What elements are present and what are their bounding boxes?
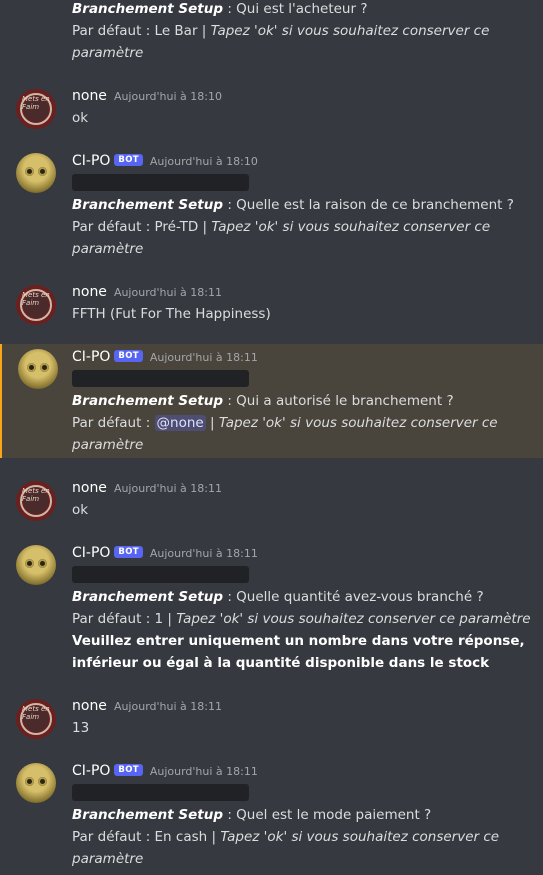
message-text: ok bbox=[72, 110, 89, 126]
message-bot: CI-PO BOT Aujourd'hui à 18:11 Branchement … bbox=[0, 760, 543, 870]
message-bot: CI-PO BOT Aujourd'hui à 18:10 Branchement … bbox=[0, 150, 543, 260]
timestamp: Aujourd'hui à 18:11 bbox=[149, 351, 258, 364]
avatar[interactable]: Mets en Faim bbox=[16, 481, 56, 521]
username[interactable]: none bbox=[72, 480, 107, 496]
timestamp: Aujourd'hui à 18:11 bbox=[113, 286, 222, 299]
message-text: ok bbox=[72, 502, 89, 518]
avatar[interactable] bbox=[16, 545, 56, 585]
bot-badge: BOT bbox=[114, 764, 143, 776]
timestamp: Aujourd'hui à 18:10 bbox=[113, 90, 222, 103]
message-content: Branchement Setup : Qui est l'acheteur ? bbox=[72, 1, 368, 17]
username[interactable]: CI-PO bbox=[72, 545, 110, 561]
bot-badge: BOT bbox=[114, 350, 143, 362]
avatar[interactable] bbox=[18, 349, 58, 389]
message-none: Mets en Faim none Aujourd'hui à 18:10 ok bbox=[0, 85, 543, 129]
message-text: 13 bbox=[72, 720, 90, 736]
username[interactable]: CI-PO bbox=[72, 349, 110, 365]
username[interactable]: none bbox=[72, 284, 107, 300]
message-top-partial: Branchement Setup : Qui est l'acheteur ?… bbox=[0, 0, 543, 64]
avatar[interactable]: Mets en Faim bbox=[16, 285, 56, 325]
redacted-block bbox=[72, 370, 249, 387]
avatar[interactable] bbox=[16, 763, 56, 803]
username[interactable]: none bbox=[72, 88, 107, 104]
timestamp: Aujourd'hui à 18:10 bbox=[149, 155, 258, 168]
bot-badge: BOT bbox=[114, 154, 143, 166]
timestamp: Aujourd'hui à 18:11 bbox=[149, 547, 258, 560]
message-none: Mets en Faim none Aujourd'hui à 18:11 ok bbox=[0, 477, 543, 521]
message-none: Mets en Faim none Aujourd'hui à 18:11 FFT… bbox=[0, 281, 543, 325]
bot-badge: BOT bbox=[114, 546, 143, 558]
message-default-line: Par défaut : Le Bar | Tapez 'ok' si vous… bbox=[72, 23, 490, 61]
message-bot: CI-PO BOT Aujourd'hui à 18:11 Branchement … bbox=[0, 542, 543, 674]
redacted-block bbox=[72, 566, 249, 583]
username[interactable]: CI-PO bbox=[72, 153, 110, 169]
warning-text: Veuillez entrer uniquement un nombre dan… bbox=[72, 633, 525, 671]
message-bot-highlighted: CI-PO BOT Aujourd'hui à 18:11 Branchement … bbox=[0, 344, 543, 458]
user-mention[interactable]: @none bbox=[154, 415, 206, 431]
timestamp: Aujourd'hui à 18:11 bbox=[113, 700, 222, 713]
redacted-block bbox=[72, 174, 249, 191]
message-text: FFTH (Fut For The Happiness) bbox=[72, 306, 271, 322]
avatar[interactable]: Mets en Faim bbox=[16, 699, 56, 739]
username[interactable]: none bbox=[72, 698, 107, 714]
avatar[interactable] bbox=[16, 153, 56, 193]
avatar[interactable]: Mets en Faim bbox=[16, 89, 56, 129]
message-none: Mets en Faim none Aujourd'hui à 18:11 13 bbox=[0, 695, 543, 739]
username[interactable]: CI-PO bbox=[72, 763, 110, 779]
redacted-block bbox=[72, 784, 249, 801]
timestamp: Aujourd'hui à 18:11 bbox=[149, 765, 258, 778]
timestamp: Aujourd'hui à 18:11 bbox=[113, 482, 222, 495]
